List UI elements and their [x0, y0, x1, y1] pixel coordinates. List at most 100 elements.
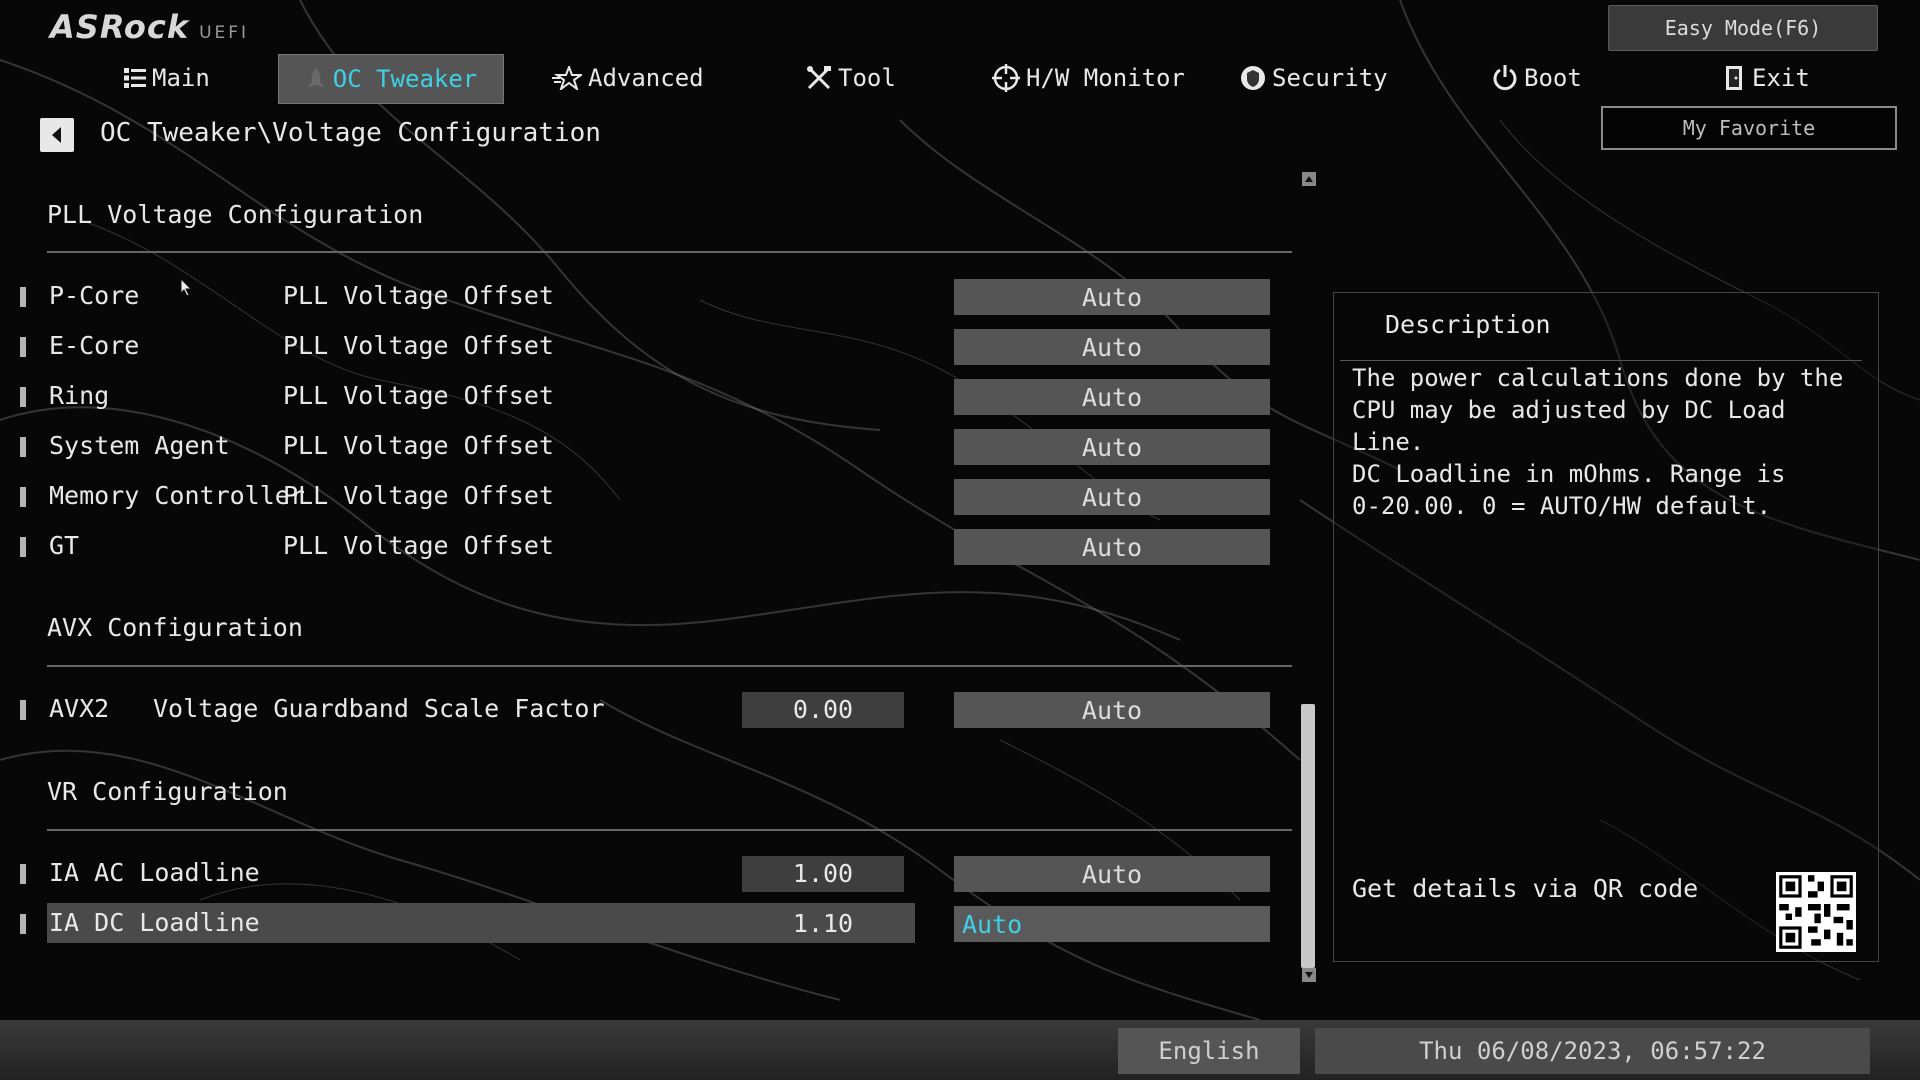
row-marker: [20, 337, 26, 357]
description-line: CPU may be adjusted by DC Load Line.: [1352, 396, 1786, 456]
rocket-icon: [307, 68, 324, 87]
tab-tool-label: Tool: [838, 64, 896, 92]
row-marker: [20, 914, 26, 934]
crosshair-icon: [992, 64, 1020, 92]
setting-name: P-Core: [49, 281, 140, 310]
tab-oc-tweaker-label: OC Tweaker: [332, 65, 478, 93]
breadcrumb: OC Tweaker\Voltage Configuration: [100, 118, 601, 148]
star-icon: [552, 66, 582, 90]
row-marker: [20, 437, 26, 457]
power-icon: [1493, 65, 1517, 91]
language-selector[interactable]: English: [1118, 1028, 1300, 1074]
value-dropdown[interactable]: Auto: [954, 856, 1270, 892]
setting-row-memory-controller-pll[interactable]: Memory Controller PLL Voltage Offset Aut…: [20, 479, 1270, 519]
section-divider: [47, 829, 1292, 831]
section-avx-title: AVX Configuration: [47, 613, 303, 642]
setting-name: GT: [49, 531, 80, 560]
section-divider: [47, 665, 1292, 667]
description-text: The power calculations done by the CPU m…: [1352, 362, 1872, 522]
back-button[interactable]: [40, 118, 74, 152]
current-value: 0.00: [742, 692, 904, 728]
setting-name: AVX2: [49, 694, 110, 723]
setting-item: PLL Voltage Offset: [283, 481, 554, 510]
row-marker: [20, 537, 26, 557]
my-favorite-button[interactable]: My Favorite: [1601, 106, 1897, 150]
scrollbar-thumb[interactable]: [1301, 704, 1315, 968]
description-line: DC Loadline in mOhms. Range is: [1352, 460, 1786, 488]
scroll-down-arrow-icon[interactable]: [1302, 968, 1316, 982]
qr-label: Get details via QR code: [1352, 874, 1699, 903]
row-marker: [20, 864, 26, 884]
setting-name: Memory Controller: [49, 481, 305, 510]
tab-security[interactable]: Security: [1240, 54, 1388, 102]
value-dropdown[interactable]: Auto: [954, 529, 1270, 565]
main-tabs: Main OC Tweaker Advanced Tool H/W Monito…: [0, 52, 1810, 104]
description-line: The power calculations done by the: [1352, 364, 1844, 392]
tab-tool[interactable]: Tool: [806, 54, 896, 102]
setting-name: IA DC Loadline: [49, 908, 260, 937]
tab-exit[interactable]: Exit: [1724, 54, 1810, 102]
setting-name: System Agent: [49, 431, 230, 460]
shield-icon: [1241, 66, 1265, 90]
mouse-cursor-icon: [180, 278, 193, 297]
tab-advanced[interactable]: Advanced: [552, 54, 704, 102]
row-marker: [20, 487, 26, 507]
setting-row-ecore-pll[interactable]: E-Core PLL Voltage Offset Auto: [20, 329, 1270, 369]
setting-row-ia-dc-loadline[interactable]: IA DC Loadline 1.10 Auto: [20, 903, 1270, 946]
list-icon: [124, 68, 146, 88]
setting-row-ring-pll[interactable]: Ring PLL Voltage Offset Auto: [20, 379, 1270, 419]
tab-main[interactable]: Main: [124, 54, 210, 102]
exit-door-icon: [1726, 66, 1742, 90]
tab-security-label: Security: [1272, 64, 1388, 92]
tab-boot-label: Boot: [1524, 64, 1582, 92]
setting-item: PLL Voltage Offset: [283, 381, 554, 410]
setting-row-gt-pll[interactable]: GT PLL Voltage Offset Auto: [20, 529, 1270, 569]
row-marker: [20, 700, 26, 720]
section-vr-title: VR Configuration: [47, 777, 288, 806]
section-divider: [47, 251, 1292, 253]
setting-item: PLL Voltage Offset: [283, 331, 554, 360]
setting-row-pcore-pll[interactable]: P-Core PLL Voltage Offset Auto: [20, 279, 1270, 319]
brand-name: ASRock: [50, 8, 190, 46]
setting-row-avx2-guardband[interactable]: AVX2 Voltage Guardband Scale Factor 0.00…: [20, 692, 1270, 732]
setting-name: Ring: [49, 381, 110, 410]
setting-name: IA AC Loadline: [49, 858, 260, 887]
easy-mode-button[interactable]: Easy Mode(F6): [1608, 5, 1878, 51]
qr-code-icon: [1776, 872, 1856, 952]
tab-hw-monitor-label: H/W Monitor: [1026, 64, 1185, 92]
value-dropdown[interactable]: Auto: [954, 692, 1270, 728]
setting-item: PLL Voltage Offset: [283, 531, 554, 560]
tab-advanced-label: Advanced: [588, 64, 704, 92]
tab-exit-label: Exit: [1752, 64, 1810, 92]
setting-item: PLL Voltage Offset: [283, 431, 554, 460]
tab-main-label: Main: [152, 64, 210, 92]
tools-icon: [807, 66, 831, 90]
current-value: 1.10: [792, 909, 854, 938]
setting-row-system-agent-pll[interactable]: System Agent PLL Voltage Offset Auto: [20, 429, 1270, 469]
setting-item: PLL Voltage Offset: [283, 281, 554, 310]
description-title: Description: [1385, 310, 1551, 339]
brand-sub: UEFI: [199, 23, 250, 43]
current-value: 1.00: [742, 856, 904, 892]
back-arrow-icon: [52, 127, 61, 143]
value-dropdown[interactable]: Auto: [954, 279, 1270, 315]
tab-oc-tweaker[interactable]: OC Tweaker: [278, 54, 504, 104]
row-marker: [20, 387, 26, 407]
section-pll-title: PLL Voltage Configuration: [47, 200, 424, 229]
row-marker: [20, 287, 26, 307]
description-divider: [1340, 360, 1862, 361]
tab-boot[interactable]: Boot: [1492, 54, 1582, 102]
description-line: 0-20.00. 0 = AUTO/HW default.: [1352, 492, 1772, 520]
setting-row-ia-ac-loadline[interactable]: IA AC Loadline 1.00 Auto: [20, 856, 1270, 896]
asrock-logo: ASRock UEFI: [50, 8, 249, 46]
value-dropdown[interactable]: Auto: [954, 429, 1270, 465]
scroll-up-arrow-icon[interactable]: [1302, 172, 1316, 186]
value-dropdown[interactable]: Auto: [954, 329, 1270, 365]
tab-hw-monitor[interactable]: H/W Monitor: [992, 54, 1185, 102]
date-time-display: Thu 06/08/2023, 06:57:22: [1315, 1028, 1870, 1074]
value-dropdown[interactable]: Auto: [954, 906, 1270, 942]
setting-name: E-Core: [49, 331, 140, 360]
setting-item: Voltage Guardband Scale Factor: [153, 694, 605, 723]
value-dropdown[interactable]: Auto: [954, 379, 1270, 415]
value-dropdown[interactable]: Auto: [954, 479, 1270, 515]
